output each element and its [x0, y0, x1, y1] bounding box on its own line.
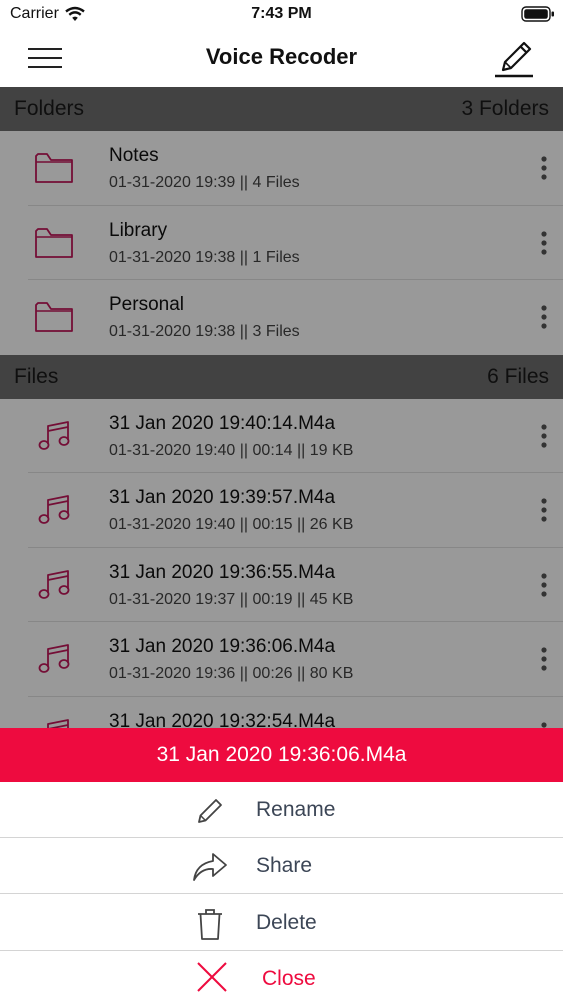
delete-button[interactable]: Delete [0, 895, 563, 951]
share-label: Share [256, 854, 313, 877]
close-icon [197, 962, 227, 992]
page-title: Voice Recoder [205, 44, 358, 69]
folder-icon [35, 302, 73, 332]
folders-section-label: Folders [14, 97, 85, 120]
folder-meta: 01-31-2020 19:38 || 3 Files [109, 323, 300, 340]
delete-label: Delete [256, 911, 317, 934]
rename-label: Rename [256, 798, 336, 821]
file-name: 31 Jan 2020 19:40:14.M4a [109, 412, 336, 434]
recordings-list: Folders 3 Folders Notes 01-31-2020 19:39… [0, 87, 563, 730]
more-options-icon[interactable] [537, 230, 551, 256]
music-note-icon [38, 569, 70, 599]
file-meta: 01-31-2020 19:36 || 00:26 || 80 KB [109, 665, 354, 682]
folder-meta: 01-31-2020 19:39 || 4 Files [109, 174, 300, 191]
more-options-icon[interactable] [537, 423, 551, 449]
trash-icon [198, 909, 222, 940]
file-meta: 01-31-2020 19:40 || 00:15 || 26 KB [109, 516, 354, 533]
file-name: 31 Jan 2020 19:36:06.M4a [109, 636, 336, 657]
navigation-bar: Voice Recoder [0, 30, 563, 87]
close-label: Close [262, 967, 316, 990]
more-options-icon[interactable] [537, 646, 551, 672]
file-row[interactable]: 31 Jan 2020 19:36:06.M4a 01-31-2020 19:3… [0, 622, 563, 697]
file-row[interactable]: 31 Jan 2020 19:40:14.M4a 01-31-2020 19:4… [0, 399, 563, 473]
folder-name: Personal [109, 294, 184, 315]
folder-name: Library [109, 219, 168, 241]
folders-section-header: Folders 3 Folders [0, 87, 563, 131]
more-options-icon[interactable] [537, 155, 551, 181]
folder-row-notes[interactable]: Notes 01-31-2020 19:39 || 4 Files [0, 131, 563, 206]
folder-icon [35, 227, 73, 258]
action-sheet-title: 31 Jan 2020 19:36:06.M4a [0, 728, 563, 782]
file-name: 31 Jan 2020 19:39:57.M4a [109, 487, 336, 508]
folder-row-personal[interactable]: Personal 01-31-2020 19:38 || 3 Files [0, 280, 563, 355]
status-time: 7:43 PM [251, 5, 312, 22]
file-row[interactable]: 31 Jan 2020 19:32:54.M4a [0, 697, 563, 730]
more-options-icon[interactable] [537, 304, 551, 330]
edit-pencil-icon[interactable] [493, 36, 537, 80]
more-options-icon[interactable] [537, 572, 551, 598]
battery-icon [521, 6, 554, 22]
share-arrow-icon [193, 853, 227, 881]
close-button[interactable]: Close [0, 951, 563, 1000]
folder-meta: 01-31-2020 19:38 || 1 Files [109, 248, 300, 266]
more-options-icon[interactable] [537, 497, 551, 523]
file-row[interactable]: 31 Jan 2020 19:36:55.M4a 01-31-2020 19:3… [0, 548, 563, 622]
file-row[interactable]: 31 Jan 2020 19:39:57.M4a 01-31-2020 19:4… [0, 473, 563, 548]
files-section-label: Files [14, 364, 59, 388]
file-meta: 01-31-2020 19:37 || 00:19 || 45 KB [109, 590, 354, 608]
file-meta: 01-31-2020 19:40 || 00:14 || 19 KB [109, 441, 354, 459]
folder-row-library[interactable]: Library 01-31-2020 19:38 || 1 Files [0, 206, 563, 280]
music-note-icon [38, 420, 70, 450]
files-count: 6 Files [487, 364, 549, 388]
pencil-icon [198, 799, 222, 823]
music-note-icon [38, 644, 70, 673]
folders-count: 3 Folders [461, 97, 549, 120]
rename-button[interactable]: Rename [0, 782, 563, 838]
folder-name: Notes [109, 145, 159, 166]
files-section-header: Files 6 Files [0, 354, 563, 399]
share-button[interactable]: Share [0, 838, 563, 894]
file-name: 31 Jan 2020 19:36:55.M4a [109, 561, 336, 583]
folder-icon [35, 153, 73, 183]
status-bar: Carrier 7:43 PM [0, 0, 563, 30]
music-note-icon [38, 495, 70, 524]
